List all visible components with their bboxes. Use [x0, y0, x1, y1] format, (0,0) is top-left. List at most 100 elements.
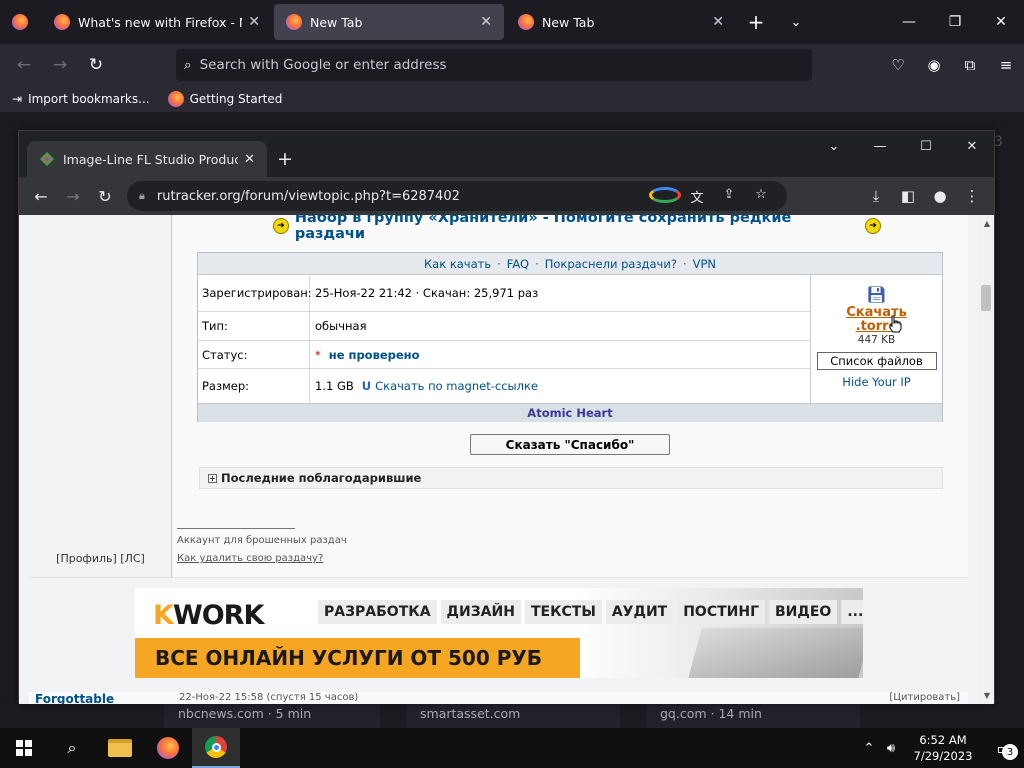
close-window-icon[interactable]: ✕	[949, 131, 995, 161]
recruit-banner[interactable]: ➜ Набор в группу «Хранители» - Помогите …	[267, 215, 887, 242]
firefox-tab-new-tab[interactable]: New Tab ✕	[506, 4, 736, 40]
signature-line: Аккаунт для брошенных раздач	[177, 535, 347, 546]
profile-pm-links[interactable]: [Профиль] [ЛС]	[29, 552, 172, 565]
row-label: Тип:	[198, 312, 310, 340]
link-faq[interactable]: FAQ	[507, 257, 529, 271]
page-scrollbar[interactable]: ▲ ▼	[978, 215, 994, 704]
ad-nav-item: ТЕКСТЫ	[524, 600, 602, 624]
scrollbar-thumb[interactable]	[981, 285, 991, 311]
say-thanks-button[interactable]: Сказать "Спасибо"	[470, 434, 670, 455]
maximize-icon[interactable]: ☐	[903, 131, 949, 161]
side-panel-icon[interactable]: ◧	[892, 187, 924, 205]
hide-ip-link[interactable]: Hide Your IP	[811, 375, 942, 389]
next-post-user[interactable]: Forgottable	[35, 692, 114, 704]
floppy-disk-icon[interactable]: 💾︎	[811, 285, 942, 304]
link-separator: ·	[682, 256, 687, 271]
chevron-up-icon[interactable]: ⌃	[858, 741, 880, 756]
translate-icon[interactable]: 文	[681, 187, 713, 206]
close-icon[interactable]: ✕	[712, 14, 724, 30]
close-icon[interactable]: ✕	[248, 14, 260, 30]
firefox-menu-icon[interactable]	[0, 0, 40, 44]
restore-icon[interactable]: ❐	[932, 0, 978, 44]
close-window-icon[interactable]: ✕	[978, 0, 1024, 44]
hand-cursor-icon	[889, 315, 902, 333]
ad-container: KWORK РАЗРАБОТКА ДИЗАЙН ТЕКСТЫ АУДИТ ПОС…	[29, 577, 968, 692]
lock-icon[interactable]: 🔒︎	[139, 189, 145, 203]
search-icon: ⌕	[184, 57, 192, 73]
bookmarks-toolbar: ⇥ Import bookmarks... Getting Started	[0, 86, 1024, 112]
list-tabs-chevron-icon[interactable]: ⌄	[776, 15, 816, 30]
recruit-banner-text: Набор в группу «Хранители» - Помогите со…	[294, 215, 792, 242]
pocket-icon[interactable]: ♡	[880, 56, 916, 74]
download-icon[interactable]: ⤓	[860, 187, 892, 205]
google-lens-icon[interactable]	[649, 186, 681, 206]
kwork-logo-rest: WORK	[172, 600, 264, 631]
arrow-right-icon: ➜	[273, 218, 289, 234]
hamburger-menu-icon[interactable]: ≡	[988, 56, 1024, 74]
bookmark-import[interactable]: ⇥ Import bookmarks...	[12, 92, 150, 106]
new-tab-plus-icon[interactable]: +	[736, 10, 776, 34]
minimize-icon[interactable]: —	[857, 131, 903, 161]
share-icon[interactable]: ⇪	[713, 187, 745, 206]
windows-taskbar: ⌕ ⌃ 🔊︎ 6:52 AM 7/29/2023 ▭ 3	[0, 728, 1024, 768]
forward-arrow-icon[interactable]: →	[57, 180, 89, 212]
scroll-up-arrow-icon[interactable]: ▲	[984, 219, 990, 228]
firefox-taskbar-icon[interactable]	[144, 728, 192, 768]
link-how-to-download[interactable]: Как качать	[424, 257, 491, 271]
bookmark-getting-started[interactable]: Getting Started	[167, 91, 282, 107]
signature-link[interactable]: Как удалить свою раздачу?	[177, 553, 323, 564]
release-title[interactable]: Atomic Heart	[198, 403, 942, 422]
last-thanked-toggle[interactable]: + Последние поблагодарившие	[199, 467, 943, 489]
magnet-link[interactable]: Скачать по magnet-ссылке	[375, 379, 538, 393]
search-icon[interactable]: ⌕	[48, 728, 96, 768]
tab-title: New Tab	[542, 14, 595, 30]
notification-center-icon[interactable]: ▭ 3	[984, 728, 1024, 768]
kwork-ad-banner[interactable]: KWORK РАЗРАБОТКА ДИЗАЙН ТЕКСТЫ АУДИТ ПОС…	[135, 588, 863, 678]
link-red-torrents[interactable]: Покраснели раздачи?	[545, 257, 677, 271]
row-registered: Зарегистрирован: 25-Ноя-22 21:42 · Скача…	[198, 275, 810, 312]
clock[interactable]: 6:52 AM 7/29/2023	[902, 732, 984, 764]
link-vpn[interactable]: VPN	[693, 257, 716, 271]
back-arrow-icon[interactable]: ←	[6, 49, 42, 81]
quote-link[interactable]: [Цитировать]	[889, 692, 960, 703]
firefox-address-bar[interactable]: ⌕ Search with Google or enter address	[176, 49, 812, 81]
chrome-tab-rutracker[interactable]: Image-Line FL Studio Producer E ✕	[27, 141, 267, 177]
magnet-icon: U	[361, 379, 372, 393]
tab-search-chevron-icon[interactable]: ⌄	[811, 131, 857, 161]
ad-nav-item: ...	[841, 600, 863, 624]
windows-start-icon[interactable]	[0, 728, 48, 768]
extensions-icon[interactable]: ⧉	[952, 56, 988, 74]
new-tab-plus-icon[interactable]: +	[267, 141, 303, 177]
post-ago: (спустя 15 часов)	[266, 692, 359, 703]
kebab-menu-icon[interactable]: ⋮	[956, 187, 988, 205]
volume-icon[interactable]: 🔊︎	[880, 741, 902, 756]
post-date[interactable]: 22-Ноя-22 15:58	[179, 692, 263, 703]
download-torrent-link[interactable]: Скачать .torre	[811, 306, 942, 334]
file-explorer-icon[interactable]	[96, 728, 144, 768]
row-value: * не проверено	[310, 341, 810, 368]
bookmark-star-icon[interactable]: ☆	[745, 187, 777, 206]
reload-icon[interactable]: ↻	[78, 49, 114, 81]
chrome-taskbar-icon[interactable]	[192, 728, 240, 768]
row-label: Размер:	[198, 369, 310, 403]
file-list-button[interactable]: Список файлов	[816, 352, 937, 370]
firefox-tab-whats-new[interactable]: What's new with Firefox - More ✕	[42, 4, 272, 40]
minimize-icon[interactable]: —	[886, 0, 932, 44]
firefox-icon	[54, 14, 70, 30]
kwork-logo: KWORK	[153, 600, 264, 631]
reload-icon[interactable]: ↻	[89, 180, 121, 212]
back-arrow-icon[interactable]: ←	[25, 180, 57, 212]
close-icon[interactable]: ✕	[244, 152, 255, 167]
ad-nav-item: ПОСТИНГ	[677, 600, 766, 624]
forward-arrow-icon[interactable]: →	[42, 49, 78, 81]
scroll-down-arrow-icon[interactable]: ▼	[984, 691, 990, 700]
next-post-date: 22-Ноя-22 15:58 (спустя 15 часов)	[179, 692, 358, 703]
torrent-info-table: Как качать · FAQ · Покраснели раздачи? ·…	[197, 252, 943, 422]
tab-title: What's new with Firefox - More	[78, 14, 242, 30]
chrome-omnibox[interactable]: 🔒︎ rutracker.org/forum/viewtopic.php?t=6…	[127, 181, 787, 211]
firefox-tab-new-tab-active[interactable]: New Tab ✕	[274, 4, 504, 40]
profile-icon[interactable]: ●	[924, 187, 956, 205]
expand-plus-icon: +	[208, 473, 217, 483]
close-icon[interactable]: ✕	[480, 14, 492, 30]
account-icon[interactable]: ◉	[916, 56, 952, 74]
